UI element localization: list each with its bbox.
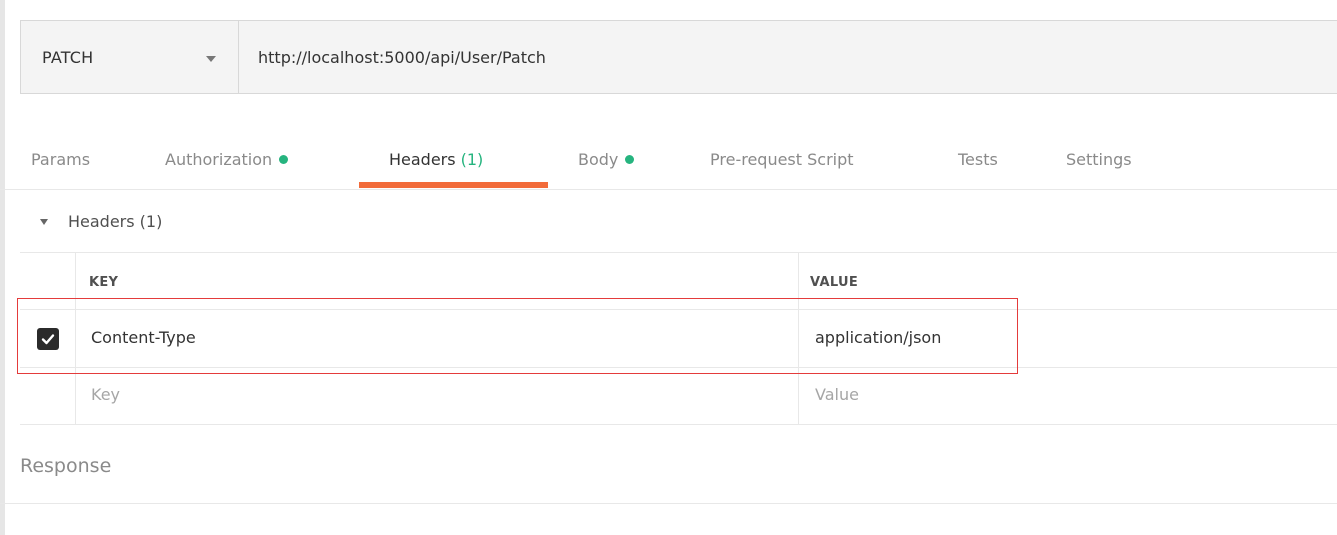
key-column-header: KEY xyxy=(89,275,119,290)
headers-section-title: Headers (1) xyxy=(68,211,163,231)
response-section: Response xyxy=(0,426,1337,504)
tab-tests[interactable]: Tests xyxy=(958,128,998,190)
tab-label: Settings xyxy=(1066,149,1132,169)
tab-body[interactable]: Body xyxy=(578,128,635,190)
tab-headers[interactable]: Headers (1) xyxy=(389,128,483,190)
table-row xyxy=(20,368,1337,425)
table-header-row: KEY VALUE xyxy=(20,253,1337,310)
tab-label: Tests xyxy=(958,149,998,169)
tab-settings[interactable]: Settings xyxy=(1066,128,1132,190)
tab-label: Headers xyxy=(389,149,456,169)
tab-count: (1) xyxy=(460,149,484,169)
method-select[interactable]: PATCH xyxy=(21,21,239,93)
new-key-input[interactable] xyxy=(91,385,781,404)
status-dot-icon xyxy=(279,154,289,164)
checkmark-icon xyxy=(41,334,55,345)
collapse-triangle-icon xyxy=(40,219,48,225)
headers-section-toggle[interactable]: Headers (1) xyxy=(40,206,162,236)
request-tabs: Params Authorization Headers (1) Body Pr… xyxy=(0,128,1337,190)
header-enabled-checkbox[interactable] xyxy=(37,328,59,350)
tab-label: Params xyxy=(31,149,91,169)
header-value-cell[interactable]: application/json xyxy=(815,328,941,347)
request-bar: PATCH xyxy=(20,20,1337,94)
header-key-cell[interactable]: Content-Type xyxy=(91,328,196,347)
url-input[interactable] xyxy=(239,21,1337,93)
tab-pre-request-script[interactable]: Pre-request Script xyxy=(710,128,854,190)
table-row: Content-Type application/json xyxy=(20,310,1337,368)
tab-label: Pre-request Script xyxy=(710,149,854,169)
value-column-header: VALUE xyxy=(810,275,858,290)
headers-table: KEY VALUE Content-Type application/json xyxy=(20,252,1337,425)
tab-label: Body xyxy=(578,149,619,169)
tab-authorization[interactable]: Authorization xyxy=(165,128,289,190)
tab-label: Authorization xyxy=(165,149,273,169)
status-dot-icon xyxy=(625,154,635,164)
method-label: PATCH xyxy=(42,47,94,67)
new-value-input[interactable] xyxy=(815,385,1315,404)
active-tab-indicator xyxy=(359,182,548,188)
response-label: Response xyxy=(20,455,112,477)
tab-params[interactable]: Params xyxy=(31,128,90,190)
chevron-down-icon xyxy=(206,56,216,62)
